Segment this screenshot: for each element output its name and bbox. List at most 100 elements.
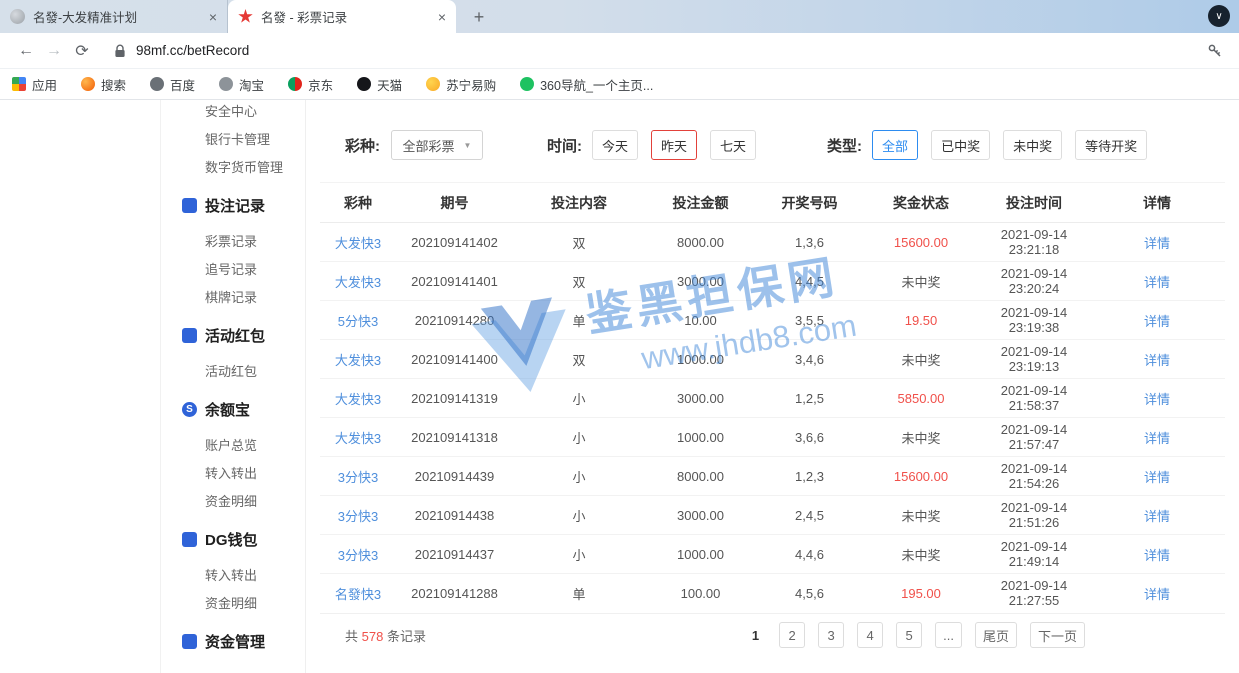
sidebar-item-boardgame-records[interactable]: 棋牌记录 [161,284,305,312]
bet-content: 单 [513,301,645,340]
type-filter-group: 全部 已中奖 未中奖 等待开奖 [872,130,1147,160]
sidebar-item-bank-card[interactable]: 银行卡管理 [161,126,305,154]
tab-bet-record[interactable]: 名發 - 彩票记录 × [228,0,456,33]
detail-link[interactable]: 详情 [1144,275,1170,290]
sidebar-item-dg-transfer[interactable]: 转入转出 [161,562,305,590]
time-seven-days-button[interactable]: 七天 [710,130,756,160]
sidebar-header-label: 资金管理 [205,631,265,652]
detail-link[interactable]: 详情 [1144,314,1170,329]
browser-circle-chevron-button[interactable]: ∨ [1208,5,1230,27]
taobao-icon [219,77,233,91]
type-won-button[interactable]: 已中奖 [931,130,990,160]
type-pending-button[interactable]: 等待开奖 [1075,130,1147,160]
sidebar-header-yuebao[interactable]: S 余额宝 [161,395,305,423]
lottery-select[interactable]: 全部彩票 ▼ [391,130,483,160]
detail-link[interactable]: 详情 [1144,509,1170,524]
close-icon[interactable]: × [209,10,217,24]
dg-wallet-icon [182,532,197,547]
page-2-button[interactable]: 2 [779,622,805,648]
sidebar-item-funds-detail[interactable]: 资金明细 [161,488,305,516]
type-all-button[interactable]: 全部 [872,130,918,160]
table-row: 名發快3 202109141288 单 100.00 4,5,6 195.00 … [320,574,1225,613]
close-icon[interactable]: × [438,10,446,24]
bet-content: 小 [513,379,645,418]
bet-amount: 3000.00 [645,262,756,301]
sidebar-header-funds-manage[interactable]: 资金管理 [161,627,305,655]
time-yesterday-button[interactable]: 昨天 [651,130,697,160]
sidebar-item-security-center[interactable]: 安全中心 [161,100,305,126]
forward-icon[interactable]: → [40,42,68,60]
bet-records-icon [182,198,197,213]
tmall-icon [357,77,371,91]
detail-cell: 详情 [1089,379,1225,418]
page-buttons: 1 2 3 4 5 ... 尾页 下一页 [745,622,1085,648]
bookmark-suning[interactable]: 苏宁易购 [426,75,496,94]
sidebar-header-red-packet[interactable]: 活动红包 [161,321,305,349]
bet-content: 小 [513,418,645,457]
sidebar-item-red-packet[interactable]: 活动红包 [161,358,305,386]
type-lost-button[interactable]: 未中奖 [1003,130,1062,160]
bookmark-label: 百度 [170,75,195,94]
last-page-button[interactable]: 尾页 [975,622,1017,648]
bookmark-apps[interactable]: 应用 [12,75,57,94]
funds-manage-icon [182,634,197,649]
bet-amount: 8000.00 [645,223,756,262]
bookmark-360nav[interactable]: 360导航_一个主页... [520,75,653,94]
table-row: 大发快3 202109141400 双 1000.00 3,4,6 未中奖 20… [320,340,1225,379]
detail-link[interactable]: 详情 [1144,392,1170,407]
table-row: 3分快3 20210914438 小 3000.00 2,4,5 未中奖 202… [320,496,1225,535]
time-today-button[interactable]: 今天 [592,130,638,160]
table-row: 大发快3 202109141318 小 1000.00 3,6,6 未中奖 20… [320,418,1225,457]
bet-records-table: 彩种 期号 投注内容 投注金额 开奖号码 奖金状态 投注时间 详情 大发快3 2… [320,182,1225,613]
bet-time: 2021-09-14 23:19:13 [979,340,1089,379]
detail-link[interactable]: 详情 [1144,236,1170,251]
bet-time: 2021-09-14 23:19:38 [979,301,1089,340]
bookmark-taobao[interactable]: 淘宝 [219,75,264,94]
detail-link[interactable]: 详情 [1144,587,1170,602]
sidebar-header-label: 投注记录 [205,195,265,216]
address-url[interactable]: 98mf.cc/betRecord [136,43,1207,58]
draw-numbers: 2,4,5 [756,496,863,535]
prize-status: 未中奖 [863,340,979,379]
detail-cell: 详情 [1089,418,1225,457]
suning-icon [426,77,440,91]
sidebar-item-lottery-records[interactable]: 彩票记录 [161,228,305,256]
type-filter-label: 类型: [827,135,862,156]
page-4-button[interactable]: 4 [857,622,883,648]
record-count-number: 578 [362,629,384,644]
bet-amount: 1000.00 [645,418,756,457]
sidebar-header-bet-records[interactable]: 投注记录 [161,191,305,219]
draw-numbers: 1,3,6 [756,223,863,262]
detail-link[interactable]: 详情 [1144,431,1170,446]
bookmark-tmall[interactable]: 天猫 [357,75,402,94]
key-icon[interactable] [1207,43,1223,59]
tab-dafa-plan[interactable]: 名發-大发精准计划 × [0,0,228,33]
bookmark-jd[interactable]: 京东 [288,75,333,94]
detail-link[interactable]: 详情 [1144,470,1170,485]
detail-link[interactable]: 详情 [1144,353,1170,368]
sidebar-item-dg-funds-detail[interactable]: 资金明细 [161,590,305,618]
period-number: 20210914437 [396,535,513,574]
refresh-icon[interactable]: ⟳ [68,41,96,61]
bet-amount: 100.00 [645,574,756,613]
page-1-button[interactable]: 1 [745,622,766,648]
detail-link[interactable]: 详情 [1144,548,1170,563]
sidebar-item-transfer[interactable]: 转入转出 [161,460,305,488]
sidebar-item-digital-currency[interactable]: 数字货币管理 [161,154,305,182]
bookmark-baidu[interactable]: 百度 [150,75,195,94]
draw-numbers: 3,4,6 [756,340,863,379]
back-icon[interactable]: ← [12,42,40,60]
page-3-button[interactable]: 3 [818,622,844,648]
bet-time: 2021-09-14 23:21:18 [979,223,1089,262]
next-page-button[interactable]: 下一页 [1030,622,1085,648]
sidebar-header-dg-wallet[interactable]: DG钱包 [161,525,305,553]
page-5-button[interactable]: 5 [896,622,922,648]
draw-numbers: 1,2,3 [756,457,863,496]
bet-content: 双 [513,262,645,301]
page-ellipsis-button[interactable]: ... [935,622,962,648]
new-tab-button[interactable]: + [466,4,492,30]
bookmark-sogou[interactable]: 搜索 [81,75,126,94]
sidebar-item-chase-records[interactable]: 追号记录 [161,256,305,284]
sidebar-item-account-overview[interactable]: 账户总览 [161,432,305,460]
prize-status: 15600.00 [863,457,979,496]
